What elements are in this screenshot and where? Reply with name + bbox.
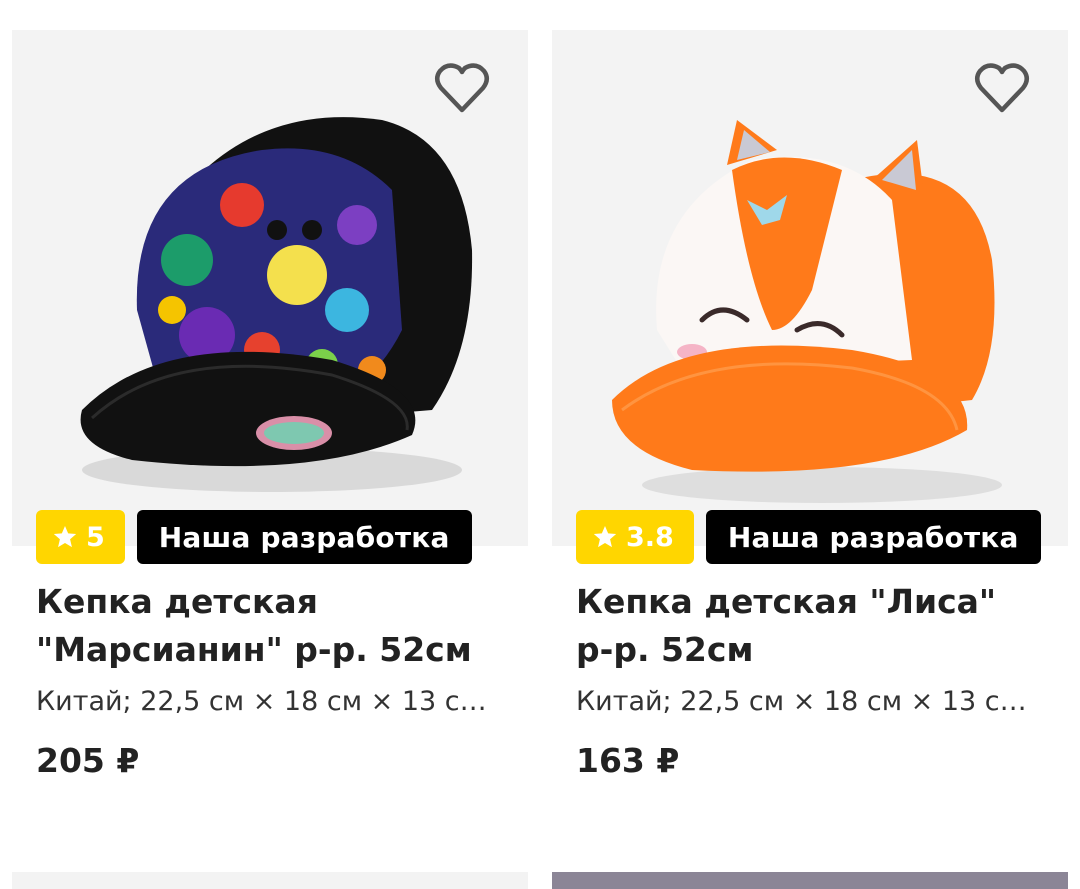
rating-value: 5 [86, 521, 105, 553]
favorite-button[interactable] [432, 58, 492, 118]
product-grid: 5 Наша разработка Кепка детская "Марсиан… [0, 0, 1080, 889]
star-icon [593, 525, 617, 548]
badges-row: 3.8 Наша разработка [576, 510, 1041, 564]
rating-badge: 3.8 [576, 510, 694, 564]
heart-outline-icon [975, 63, 1029, 113]
favorite-button[interactable] [972, 58, 1032, 118]
rating-badge: 5 [36, 510, 125, 564]
star-icon [53, 525, 77, 548]
badges-row: 5 Наша разработка [36, 510, 472, 564]
product-title[interactable]: Кепка детская "Лиса" р-р. 52см [576, 578, 1044, 674]
product-card-martian[interactable]: 5 Наша разработка Кепка детская "Марсиан… [12, 30, 528, 780]
next-product-card-image[interactable] [552, 872, 1068, 889]
next-product-card-image[interactable] [12, 872, 528, 889]
product-image-area[interactable] [12, 30, 528, 546]
product-title[interactable]: Кепка детская "Марсианин" р-р. 52см [36, 578, 504, 674]
own-brand-badge: Наша разработка [705, 510, 1041, 564]
product-price: 163 ₽ [576, 741, 680, 780]
rating-value: 3.8 [626, 521, 674, 553]
product-specs: Китай; 22,5 см × 18 см × 13 см;... [36, 686, 504, 717]
product-price: 205 ₽ [36, 741, 140, 780]
product-card-fox[interactable]: 3.8 Наша разработка Кепка детская "Лиса"… [552, 30, 1068, 780]
product-specs: Китай; 22,5 см × 18 см × 13 см;... [576, 686, 1044, 717]
product-image-area[interactable] [552, 30, 1068, 546]
own-brand-badge: Наша разработка [136, 510, 472, 564]
heart-outline-icon [435, 63, 489, 113]
